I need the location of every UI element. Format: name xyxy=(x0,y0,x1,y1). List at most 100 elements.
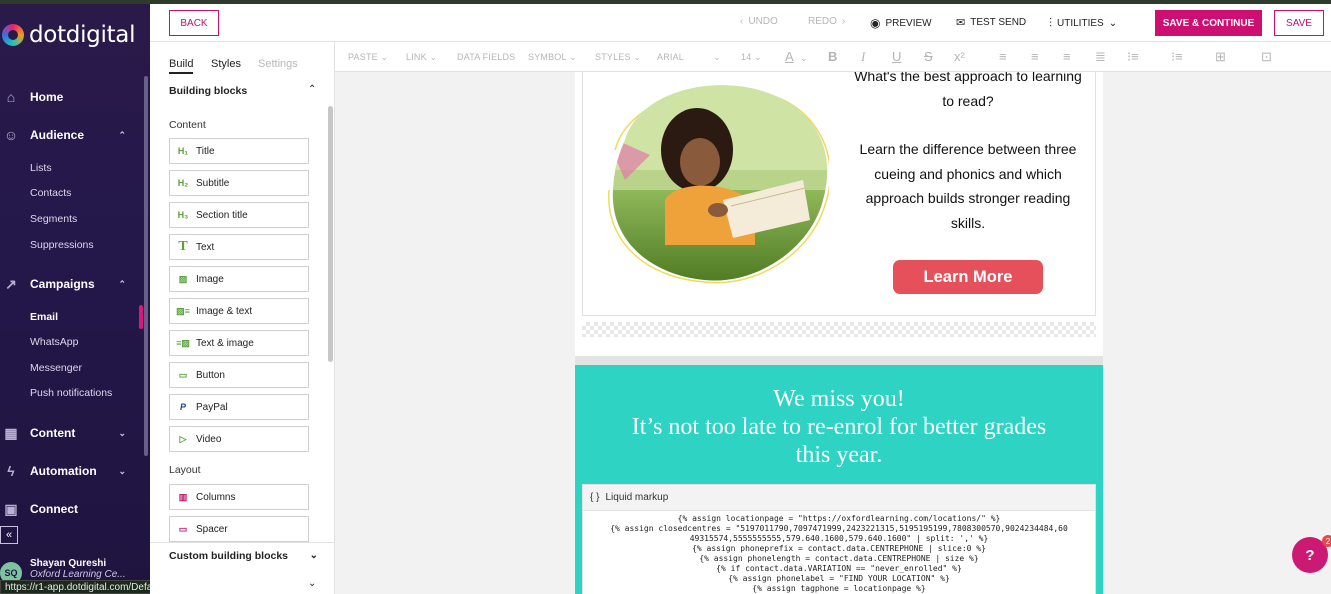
strikethrough-icon[interactable]: S xyxy=(924,49,933,64)
code-line: 49315574,5555555555,579.640.1600,579.640… xyxy=(689,534,989,543)
re-enrol-headline[interactable]: We miss you! It’s not too late to re-enr… xyxy=(575,385,1103,469)
underline-icon[interactable]: U xyxy=(892,49,901,64)
nav-audience[interactable]: ☺ Audience ⌃ xyxy=(0,123,140,147)
tab-settings[interactable]: Settings xyxy=(258,58,298,70)
block-spacer[interactable]: ▭ Spacer xyxy=(169,516,309,542)
block-title[interactable]: H₁ Title xyxy=(169,138,309,164)
learn-more-button[interactable]: Learn More xyxy=(893,260,1043,294)
sidebar-item-push-notifications[interactable]: Push notifications xyxy=(30,387,112,399)
nav-automation[interactable]: ϟ Automation ⌄ xyxy=(0,459,140,483)
panel-scrollbar[interactable] xyxy=(328,106,333,362)
chevron-up-icon: ⌃ xyxy=(118,129,126,140)
sidebar-item-messenger[interactable]: Messenger xyxy=(30,362,82,374)
custom-building-blocks-heading[interactable]: Custom building blocks ⌄ xyxy=(150,542,334,568)
sidebar-scrollbar[interactable] xyxy=(144,76,148,456)
connect-icon: ▣ xyxy=(4,500,18,517)
save-and-continue-button[interactable]: SAVE & CONTINUE xyxy=(1155,10,1262,36)
block-video[interactable]: ▷ Video xyxy=(169,426,309,452)
italic-icon[interactable]: I xyxy=(861,49,865,65)
test-send-label: TEST SEND xyxy=(970,17,1027,28)
align-center-icon[interactable]: ≡ xyxy=(1031,49,1039,64)
block-image[interactable]: ▨ Image xyxy=(169,266,309,292)
block-section-title[interactable]: H₃ Section title xyxy=(169,202,309,228)
format-toolbar: PASTE ⌄ LINK ⌄ DATA FIELDS SYMBOL ⌄ STYL… xyxy=(335,42,1331,72)
sidebar-item-segments[interactable]: Segments xyxy=(30,213,77,225)
source-code-icon[interactable]: ⊡ xyxy=(1261,49,1272,65)
nav-home[interactable]: ⌂ Home xyxy=(0,85,140,109)
block-image-and-text[interactable]: ▨≡ Image & text xyxy=(169,298,309,324)
text-color-icon[interactable]: A xyxy=(785,49,794,64)
font-select[interactable]: ARIAL ⌄ xyxy=(657,52,721,62)
symbol-label: SYMBOL xyxy=(528,52,567,62)
building-blocks-heading[interactable]: Building blocks xyxy=(169,85,247,97)
send-icon: ✉ xyxy=(956,17,966,29)
paste-menu[interactable]: PASTE ⌄ xyxy=(348,52,388,63)
paste-label: PASTE xyxy=(348,52,378,62)
liquid-markup-block[interactable]: { } Liquid markup {% assign locationpage… xyxy=(582,484,1096,594)
block-subtitle[interactable]: H₂ Subtitle xyxy=(169,170,309,196)
bold-icon[interactable]: B xyxy=(828,49,837,64)
undo-button[interactable]: ‹ UNDO xyxy=(740,16,778,27)
align-left-icon[interactable]: ≡ xyxy=(999,49,1007,64)
spacer-block[interactable] xyxy=(582,322,1096,337)
nav-connect[interactable]: ▣ Connect xyxy=(0,497,140,521)
liquid-code[interactable]: {% assign locationpage = "https://oxford… xyxy=(583,511,1095,594)
sidebar-item-lists[interactable]: Lists xyxy=(30,162,52,174)
font-size-select[interactable]: 14 ⌄ xyxy=(741,52,762,63)
symbol-menu[interactable]: SYMBOL ⌄ xyxy=(528,52,577,63)
sidebar-item-suppressions[interactable]: Suppressions xyxy=(30,239,94,251)
editor-canvas: What's the best approach to learning to … xyxy=(335,72,1331,594)
block-paypal-label: PayPal xyxy=(196,401,228,413)
block-columns[interactable]: ▥ Columns xyxy=(169,484,309,510)
user-organisation: Oxford Learning Ce... xyxy=(30,569,126,580)
chevron-left-icon: ‹ xyxy=(740,16,744,27)
block-text-and-image[interactable]: ≡▨ Text & image xyxy=(169,330,309,356)
image-text-block[interactable]: What's the best approach to learning to … xyxy=(582,72,1096,316)
line-height-icon[interactable]: ⁝≡ xyxy=(1127,49,1139,65)
tab-build[interactable]: Build xyxy=(169,58,194,74)
superscript-icon[interactable]: x² xyxy=(954,49,965,64)
list-icon[interactable]: ⁝≡ xyxy=(1171,49,1183,65)
card-question-text[interactable]: What's the best approach to learning to … xyxy=(848,72,1088,113)
headline-line-1: We miss you! xyxy=(773,386,905,412)
sidebar-item-email[interactable]: Email xyxy=(30,311,58,323)
collapse-sidebar-icon[interactable]: « xyxy=(0,526,18,544)
block-image-and-text-label: Image & text xyxy=(196,305,253,317)
sidebar-item-whatsapp[interactable]: WhatsApp xyxy=(30,336,78,348)
back-button[interactable]: BACK xyxy=(169,10,219,36)
re-enrol-section[interactable]: We miss you! It’s not too late to re-enr… xyxy=(575,365,1103,594)
nav-connect-label: Connect xyxy=(30,502,78,516)
code-line: {% assign locationpage = "https://oxford… xyxy=(677,514,1001,523)
data-fields-menu[interactable]: DATA FIELDS xyxy=(457,52,515,62)
block-button[interactable]: ▭ Button xyxy=(169,362,309,388)
logo[interactable]: dotdigital xyxy=(0,22,135,48)
nav-content-label: Content xyxy=(30,426,76,440)
tab-styles[interactable]: Styles xyxy=(211,58,241,70)
chevron-up-icon[interactable]: ⌃ xyxy=(308,84,316,95)
block-paypal[interactable]: P PayPal xyxy=(169,394,309,420)
justify-icon[interactable]: ≣ xyxy=(1095,49,1106,65)
sidebar-item-contacts[interactable]: Contacts xyxy=(30,187,71,199)
table-icon[interactable]: ⊞ xyxy=(1215,49,1226,65)
link-menu[interactable]: LINK ⌄ xyxy=(406,52,437,63)
nav-content[interactable]: ▦ Content ⌄ xyxy=(0,421,140,445)
utilities-menu[interactable]: ⫶ UTILITIES ⌄ xyxy=(1049,16,1117,31)
chevron-down-icon: ⌄ xyxy=(309,550,318,561)
headline-line-2: It’s not too late to re-enrol for better… xyxy=(631,414,1047,440)
align-right-icon[interactable]: ≡ xyxy=(1063,49,1071,64)
campaigns-icon: ↗ xyxy=(5,275,17,292)
block-columns-label: Columns xyxy=(196,491,236,503)
test-send-button[interactable]: ✉ TEST SEND xyxy=(956,16,1026,29)
styles-menu[interactable]: STYLES ⌄ xyxy=(595,52,641,63)
main-sidebar: dotdigital ⌂ Home ☺ Audience ⌃ Lists Con… xyxy=(0,4,150,594)
redo-button[interactable]: REDO › xyxy=(808,16,845,27)
preview-button[interactable]: ◉ PREVIEW xyxy=(870,16,932,30)
image-icon: ▨ xyxy=(178,273,188,284)
chevron-down-icon[interactable]: ⌄ xyxy=(800,53,808,64)
card-description-text[interactable]: Learn the difference between three cuein… xyxy=(848,137,1088,235)
block-text-and-image-label: Text & image xyxy=(196,337,254,349)
block-text[interactable]: T Text xyxy=(169,234,309,260)
save-button[interactable]: SAVE xyxy=(1274,10,1324,36)
nav-campaigns[interactable]: ↗ Campaigns ⌃ xyxy=(0,272,140,296)
chevron-down-icon[interactable]: ⌄ xyxy=(308,578,316,589)
